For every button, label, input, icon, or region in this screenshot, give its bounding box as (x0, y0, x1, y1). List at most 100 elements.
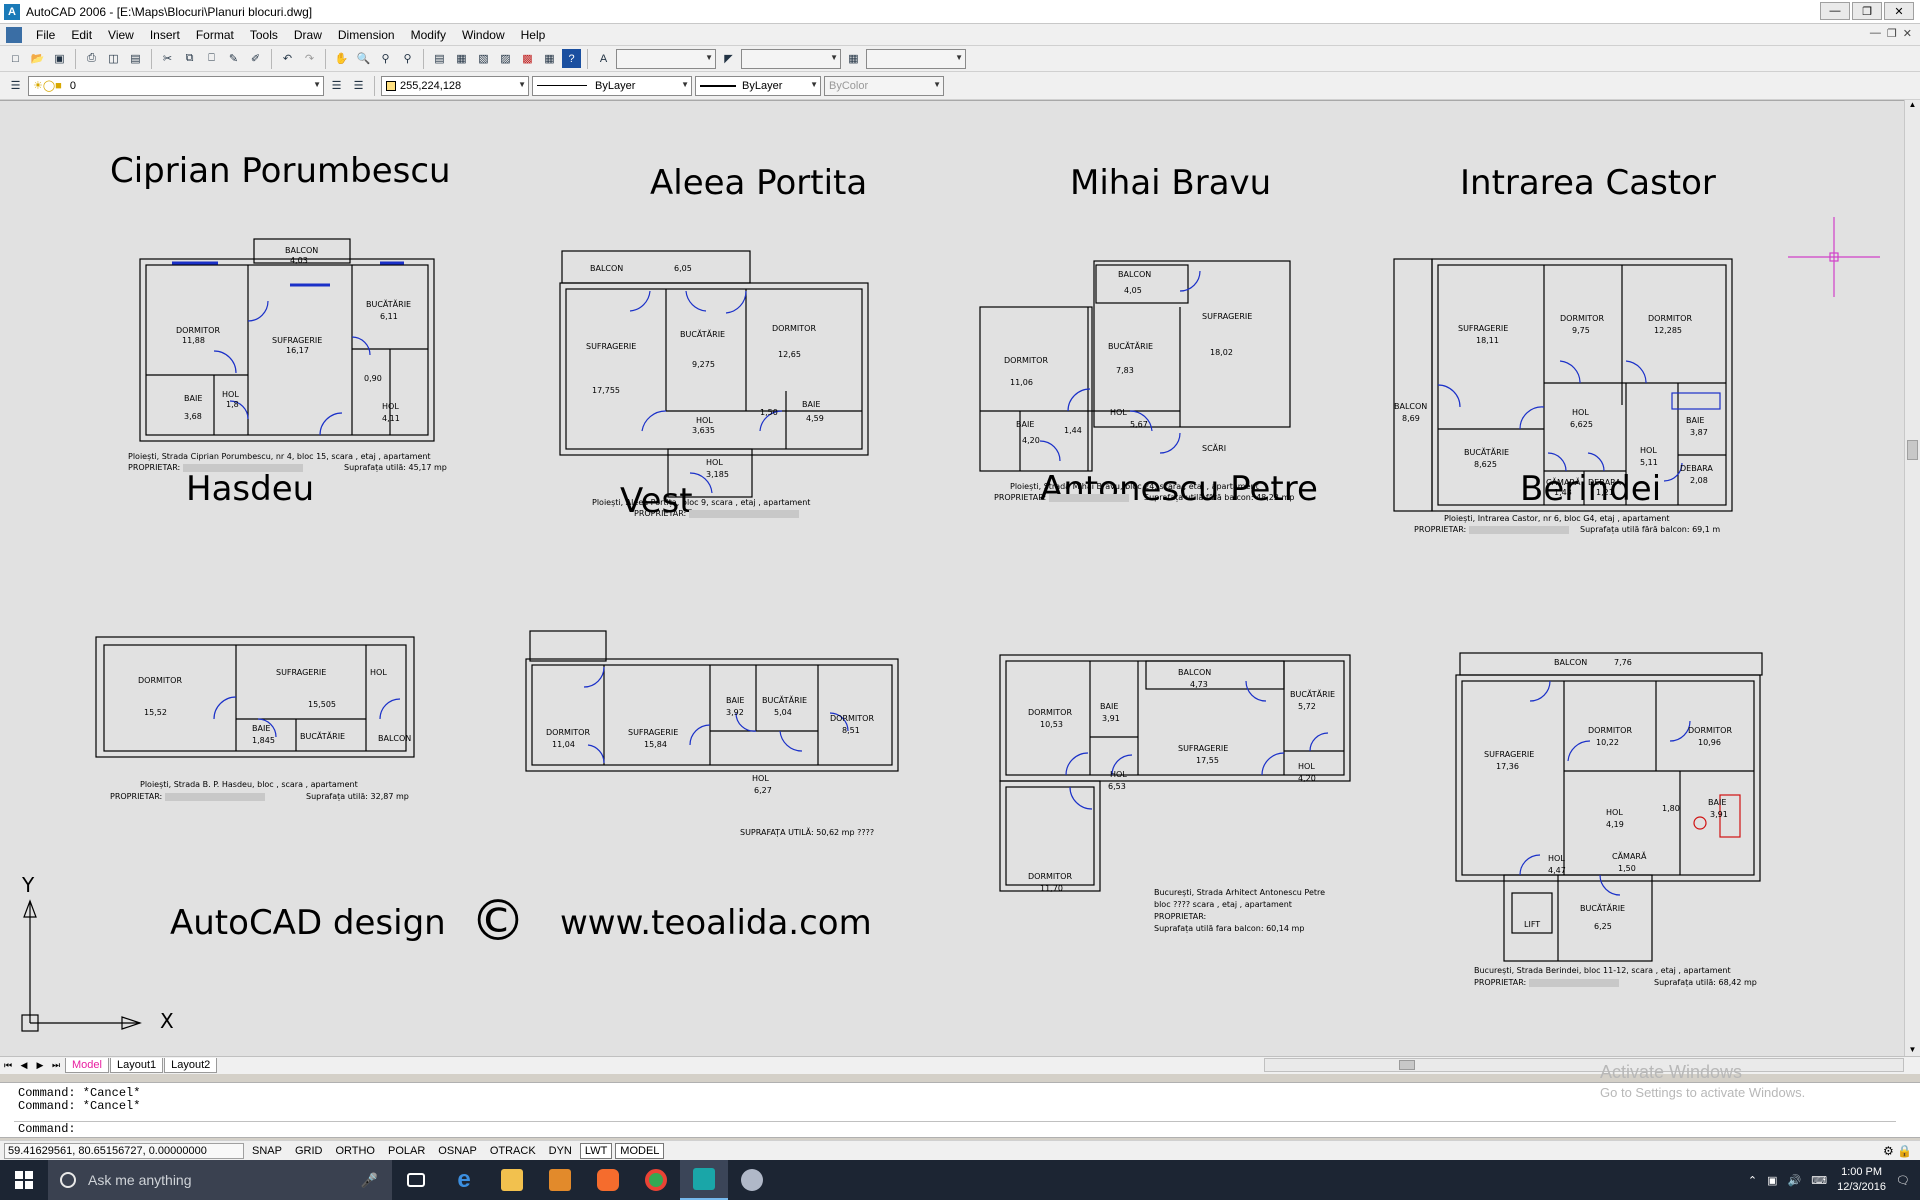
layer-previous-icon[interactable]: ☰ (349, 76, 368, 95)
cut-icon[interactable]: ✂ (158, 49, 177, 68)
status-tray-icons[interactable]: ⚙ 🔒 (1883, 1144, 1912, 1158)
restore-icon[interactable]: ❐ (1852, 2, 1882, 20)
keyboard-icon[interactable]: ⌨ (1811, 1174, 1827, 1187)
menu-window[interactable]: Window (454, 28, 513, 42)
chrome-icon[interactable] (632, 1160, 680, 1200)
cortana-search-box[interactable]: Ask me anything 🎤 (48, 1160, 392, 1200)
properties-icon[interactable]: ▤ (430, 49, 449, 68)
text-style-icon[interactable]: A (594, 49, 613, 68)
dim-style-combo[interactable]: ▼ (741, 48, 841, 69)
tool-palettes-icon[interactable]: ▧ (474, 49, 493, 68)
horizontal-scroll-thumb[interactable] (1399, 1060, 1415, 1070)
media-player-icon[interactable] (536, 1160, 584, 1200)
menu-dimension[interactable]: Dimension (330, 28, 403, 42)
model-toggle[interactable]: MODEL (615, 1142, 665, 1159)
save-icon[interactable]: ▣ (50, 49, 69, 68)
dyn-toggle[interactable]: DYN (544, 1143, 577, 1159)
prev-tab-icon[interactable]: ◀ (16, 1060, 32, 1071)
undo-icon[interactable]: ↶ (278, 49, 297, 68)
layer-combo[interactable]: ☀◯■ 0 ▼ (28, 75, 324, 96)
autocad-taskbar-icon[interactable] (680, 1160, 728, 1200)
notifications-icon[interactable]: 🗨 (1896, 1174, 1910, 1187)
layer-manager-icon[interactable]: ☰ (6, 76, 25, 95)
lineweight-combo[interactable]: ByLayer ▼ (695, 75, 821, 96)
coordinate-display[interactable]: 59.41629561, 80.65156727, 0.00000000 (4, 1142, 244, 1159)
plotstyle-combo[interactable]: ByColor ▼ (824, 75, 944, 96)
close-icon[interactable]: ✕ (1884, 2, 1914, 20)
menu-view[interactable]: View (100, 28, 142, 42)
sheet-set-icon[interactable]: ▨ (496, 49, 515, 68)
new-icon[interactable]: □ (6, 49, 25, 68)
block-editor-icon[interactable]: ✐ (246, 49, 265, 68)
menu-tools[interactable]: Tools (242, 28, 286, 42)
next-tab-icon[interactable]: ▶ (32, 1060, 48, 1071)
markup-icon[interactable]: ▩ (518, 49, 537, 68)
tray-clock[interactable]: 1:00 PM 12/3/2016 (1837, 1165, 1886, 1195)
design-center-icon[interactable]: ▦ (452, 49, 471, 68)
menu-format[interactable]: Format (188, 28, 242, 42)
make-object-layer-current-icon[interactable]: ☰ (327, 76, 346, 95)
tab-model[interactable]: Model (65, 1058, 109, 1073)
file-explorer-icon[interactable] (488, 1160, 536, 1200)
publish-icon[interactable]: ▤ (126, 49, 145, 68)
origin-icon[interactable] (584, 1160, 632, 1200)
drawing-canvas[interactable]: Ciprian Porumbescu Aleea Portita Mihai B… (0, 100, 1904, 1056)
paint-icon[interactable] (728, 1160, 776, 1200)
otrack-toggle[interactable]: OTRACK (485, 1143, 541, 1159)
help-icon[interactable]: ? (562, 49, 581, 68)
network-icon[interactable]: ▣ (1767, 1174, 1777, 1187)
copy-icon[interactable]: ⧉ (180, 49, 199, 68)
color-combo[interactable]: 255,224,128 ▼ (381, 75, 529, 96)
zoom-previous-icon[interactable]: ⚲ (398, 49, 417, 68)
ortho-toggle[interactable]: ORTHO (330, 1143, 380, 1159)
table-style-icon[interactable]: ▦ (844, 49, 863, 68)
tray-chevron-icon[interactable]: ⌃ (1748, 1174, 1757, 1187)
match-properties-icon[interactable]: ✎ (224, 49, 243, 68)
vertical-scroll-thumb[interactable] (1907, 440, 1918, 460)
scroll-up-icon[interactable]: ▲ (1905, 100, 1920, 109)
calculator-icon[interactable]: ▦ (540, 49, 559, 68)
zoom-realtime-icon[interactable]: 🔍 (354, 49, 373, 68)
tab-layout1[interactable]: Layout1 (109, 1058, 164, 1073)
menu-edit[interactable]: Edit (63, 28, 100, 42)
volume-icon[interactable]: 🔊 (1788, 1174, 1802, 1187)
scroll-down-icon[interactable]: ▼ (1905, 1045, 1920, 1054)
menu-draw[interactable]: Draw (286, 28, 330, 42)
snap-toggle[interactable]: SNAP (247, 1143, 287, 1159)
menu-file[interactable]: File (28, 28, 63, 42)
zoom-window-icon[interactable]: ⚲ (376, 49, 395, 68)
microphone-icon[interactable]: 🎤 (361, 1172, 378, 1189)
menu-modify[interactable]: Modify (403, 28, 454, 42)
linetype-combo[interactable]: ByLayer ▼ (532, 75, 692, 96)
autocad-app-icon[interactable]: A (4, 3, 20, 20)
horizontal-scrollbar[interactable] (1264, 1058, 1904, 1072)
windows-start-icon[interactable] (0, 1160, 48, 1200)
first-tab-icon[interactable]: ⏮ (0, 1060, 16, 1071)
text-style-combo[interactable]: ▼ (616, 48, 716, 69)
polar-toggle[interactable]: POLAR (383, 1143, 430, 1159)
grid-toggle[interactable]: GRID (290, 1143, 328, 1159)
menu-help[interactable]: Help (513, 28, 554, 42)
plot-icon[interactable]: ⎙ (82, 49, 101, 68)
paste-icon[interactable]: ⎕ (202, 49, 221, 68)
last-tab-icon[interactable]: ⏭ (48, 1060, 64, 1071)
doc-close-icon[interactable]: ✕ (1903, 27, 1912, 40)
edge-browser-icon[interactable]: e (440, 1160, 488, 1200)
task-view-icon[interactable] (392, 1160, 440, 1200)
lwt-toggle[interactable]: LWT (579, 1142, 613, 1159)
open-icon[interactable]: 📂 (28, 49, 47, 68)
vertical-scrollbar[interactable]: ▲ ▼ (1904, 100, 1920, 1056)
command-prompt[interactable]: Command: (18, 1123, 76, 1136)
pan-icon[interactable]: ✋ (332, 49, 351, 68)
table-style-combo[interactable]: ▼ (866, 48, 966, 69)
doc-minimize-icon[interactable]: — (1870, 27, 1881, 40)
dim-style-icon[interactable]: ◤ (719, 49, 738, 68)
menu-insert[interactable]: Insert (142, 28, 188, 42)
doc-restore-icon[interactable]: ❐ (1887, 27, 1897, 40)
redo-icon[interactable]: ↷ (300, 49, 319, 68)
osnap-toggle[interactable]: OSNAP (433, 1143, 482, 1159)
plot-preview-icon[interactable]: ◫ (104, 49, 123, 68)
tab-layout2[interactable]: Layout2 (164, 1058, 218, 1073)
minimize-icon[interactable]: — (1820, 2, 1850, 20)
document-icon[interactable] (6, 26, 22, 43)
